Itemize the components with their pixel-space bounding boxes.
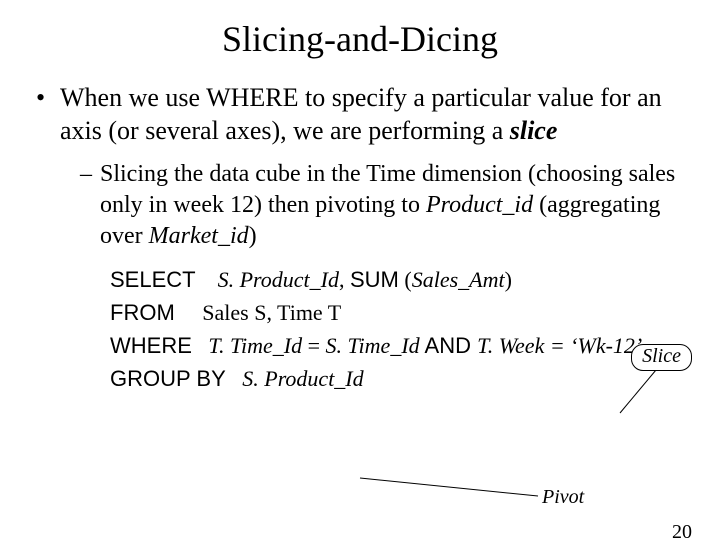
groupby-col: S. Product_Id [242,366,363,391]
where-c2b: = ‘Wk-12’ [544,333,642,358]
where-keyword: WHERE [110,333,192,358]
sum-close: ) [505,267,512,292]
bullet1-where-keyword: WHERE [206,83,298,112]
sum-arg: Sales_Amt [412,267,505,292]
slice-annotation: Slice [631,344,692,371]
bullet2-market-id: Market_id [149,223,249,249]
select-keyword: SELECT [110,267,196,292]
slide-title: Slicing-and-Dicing [0,18,720,60]
sql-from-row: FROM Sales S, Time T [110,296,680,329]
sql-block: SELECT S. Product_Id, SUM (Sales_Amt) FR… [110,263,680,395]
bullet-level2: – Slicing the data cube in the Time dime… [100,159,680,253]
where-c2a: T. Week [477,333,544,358]
pivot-annotation: Pivot [542,486,584,509]
from-body: Sales S, Time T [202,300,341,325]
slide: Slicing-and-Dicing • When we use WHERE t… [0,18,720,558]
and-keyword: AND [420,333,477,358]
bullet2-text-post: ) [249,223,257,249]
where-c1a: T. Time_Id [208,333,302,358]
where-eq1: = [302,333,325,358]
from-keyword: FROM [110,300,175,325]
sql-where-row: WHERE T. Time_Id = S. Time_Id AND T. Wee… [110,329,680,362]
where-c1b: S. Time_Id [326,333,420,358]
dash-icon: – [80,159,92,190]
bullet-dot-icon: • [36,82,45,115]
bullet1-slice-word: slice [510,116,558,145]
page-number: 20 [672,521,692,544]
bullet-level1: • When we use WHERE to specify a particu… [60,82,680,147]
sum-keyword: SUM [350,267,399,292]
bullet2-product-id: Product_id [426,192,533,218]
groupby-keyword: GROUP BY [110,366,226,391]
sum-open: ( [399,267,412,292]
bullet1-text-pre: When we use [60,83,206,112]
sql-groupby-row: GROUP BY S. Product_Id [110,362,680,395]
sql-select-row: SELECT S. Product_Id, SUM (Sales_Amt) [110,263,680,296]
select-col1: S. Product_Id [218,267,339,292]
select-comma: , [339,267,350,292]
